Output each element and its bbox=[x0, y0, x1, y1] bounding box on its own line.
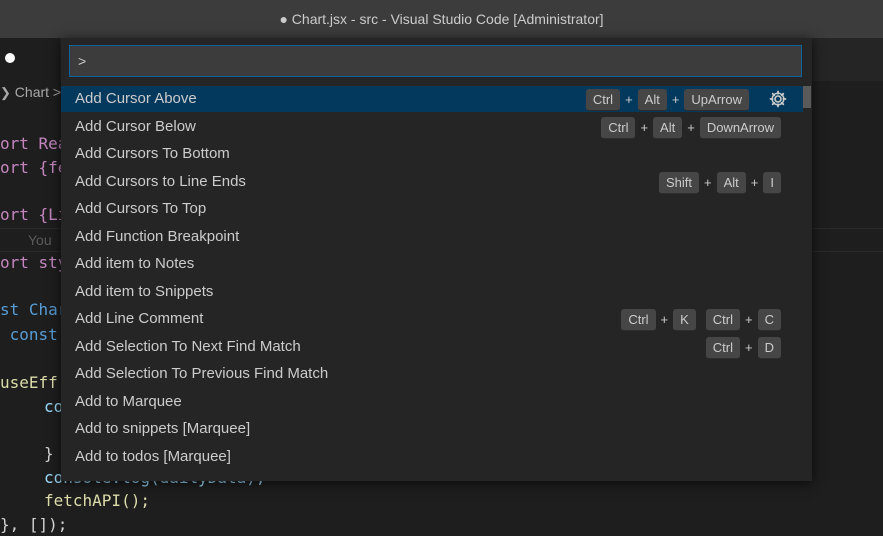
breadcrumb-file[interactable]: Chart > bbox=[15, 84, 61, 100]
tab-chart-jsx[interactable] bbox=[0, 38, 60, 81]
gear-icon[interactable] bbox=[768, 89, 788, 109]
command-item[interactable]: Add Cursor Above Ctrl + Alt + UpArrow bbox=[61, 86, 803, 112]
breadcrumb[interactable]: ❯ Chart > bbox=[0, 84, 61, 104]
command-item-label: Add Function Breakpoint bbox=[75, 228, 240, 245]
key-cap: UpArrow bbox=[684, 88, 749, 111]
code-line: ort sty bbox=[0, 253, 68, 272]
key-cap: D bbox=[757, 336, 781, 359]
command-item[interactable]: Add Cursors To Bottom bbox=[61, 141, 803, 167]
code-line: ort {Li bbox=[0, 205, 68, 224]
git-blame-annotation: You bbox=[28, 232, 52, 248]
command-item[interactable]: Add Selection To Previous Find Match bbox=[61, 361, 803, 387]
command-item[interactable]: Add to snippets [Marquee] bbox=[61, 416, 803, 442]
command-item[interactable]: Add Cursors to Line Ends Shift + Alt + I bbox=[61, 169, 803, 195]
window-title: ● Chart.jsx - src - Visual Studio Code [… bbox=[279, 11, 604, 27]
command-item-label: Add item to Snippets bbox=[75, 283, 214, 300]
code-line: st Char bbox=[0, 300, 68, 319]
key-cap: Ctrl bbox=[705, 336, 741, 359]
command-palette[interactable]: > Add Cursor Above Ctrl + Alt + UpArrow Add Cu… bbox=[61, 38, 812, 481]
key-cap: Alt bbox=[653, 116, 683, 139]
command-item-label: Add item to Notes bbox=[75, 255, 195, 272]
key-separator: + bbox=[640, 120, 649, 135]
command-item-label: Add Line Comment bbox=[75, 310, 204, 327]
window-title-bar: ● Chart.jsx - src - Visual Studio Code [… bbox=[0, 0, 883, 38]
code-line: ort {fe bbox=[0, 158, 68, 177]
key-cap: Ctrl bbox=[601, 116, 636, 139]
command-item[interactable]: Add item to Snippets bbox=[61, 279, 803, 305]
command-palette-input[interactable]: > bbox=[69, 45, 802, 77]
command-item-label: Add Cursors To Bottom bbox=[75, 145, 230, 162]
key-cap: Ctrl bbox=[621, 308, 656, 331]
code-line: const bbox=[0, 325, 58, 344]
code-line: fetchAPI(); bbox=[44, 491, 150, 510]
command-item[interactable]: Add Line Comment Ctrl + K Ctrl + C bbox=[61, 306, 803, 332]
code-line: }, []); bbox=[0, 515, 68, 534]
keybinding: Ctrl + Alt + UpArrow bbox=[585, 88, 749, 111]
key-cap: I bbox=[763, 171, 781, 194]
command-item-label: Add to Marquee bbox=[75, 393, 182, 410]
key-cap: Ctrl bbox=[585, 88, 621, 111]
key-cap: K bbox=[673, 308, 696, 331]
key-separator: + bbox=[671, 92, 680, 107]
key-cap: Ctrl bbox=[705, 308, 741, 331]
code-line: useEff bbox=[0, 373, 58, 392]
key-separator: + bbox=[745, 340, 753, 355]
key-cap: DownArrow bbox=[699, 116, 781, 139]
command-list-scrollbar[interactable] bbox=[803, 86, 811, 108]
code-line: } bbox=[44, 444, 54, 463]
key-cap: C bbox=[757, 308, 781, 331]
key-separator: + bbox=[687, 120, 695, 135]
command-palette-input-value: > bbox=[78, 53, 87, 69]
command-item[interactable]: Add Cursors To Top bbox=[61, 196, 803, 222]
unsaved-dot-icon bbox=[5, 53, 15, 63]
key-separator: + bbox=[704, 175, 712, 190]
code-line: ort Rea bbox=[0, 134, 68, 153]
command-item[interactable]: Add Function Breakpoint bbox=[61, 224, 803, 250]
command-item[interactable]: Add Cursor Below Ctrl + Alt + DownArrow bbox=[61, 114, 803, 140]
key-cap: Alt bbox=[637, 88, 667, 111]
key-separator: + bbox=[745, 312, 753, 327]
key-cap: Alt bbox=[716, 171, 746, 194]
key-cap: Shift bbox=[659, 171, 700, 194]
command-item[interactable]: Add Selection To Next Find Match Ctrl + D bbox=[61, 334, 803, 360]
keybinding: Shift + Alt + I bbox=[659, 171, 781, 194]
keybinding: Ctrl + D bbox=[705, 336, 781, 359]
command-item-label: Add Cursors to Line Ends bbox=[75, 173, 246, 190]
command-item-label: Add Cursor Below bbox=[75, 118, 196, 135]
keybinding: Ctrl + Alt + DownArrow bbox=[601, 116, 781, 139]
key-separator: + bbox=[625, 92, 633, 107]
key-separator: + bbox=[750, 175, 759, 190]
command-item-label: Add Selection To Previous Find Match bbox=[75, 365, 329, 382]
command-item-label: Add Cursors To Top bbox=[75, 200, 207, 217]
command-item[interactable]: Add to todos [Marquee] bbox=[61, 444, 803, 470]
command-item-label: Add Cursor Above bbox=[75, 90, 197, 107]
keybinding: Ctrl + K Ctrl + C bbox=[621, 308, 781, 331]
command-item-label: Add to snippets [Marquee] bbox=[75, 420, 251, 437]
command-item-label: Add Selection To Next Find Match bbox=[75, 338, 301, 355]
command-item[interactable]: Add to Marquee bbox=[61, 389, 803, 415]
key-separator: + bbox=[660, 312, 669, 327]
command-item[interactable]: Add item to Notes bbox=[61, 251, 803, 277]
command-item-label: Add to todos [Marquee] bbox=[75, 448, 231, 465]
